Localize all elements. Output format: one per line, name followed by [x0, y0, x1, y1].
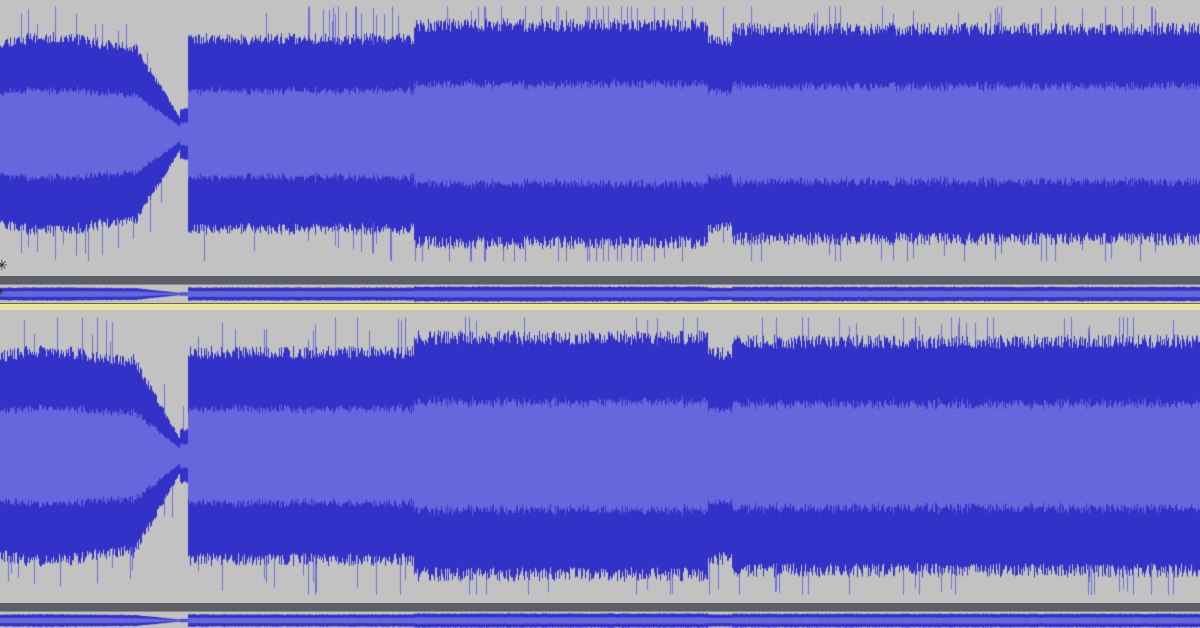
overview-waveform-channel-1 [0, 285, 1200, 303]
waveform-canvas-channel-2 [0, 310, 1200, 602]
overview-strip-channel-2[interactable] [0, 611, 1200, 628]
track-separator [0, 603, 1200, 611]
overview-strip-channel-1[interactable] [0, 284, 1200, 304]
audio-editor: ✳ ✳ [0, 0, 1200, 628]
waveform-track-channel-2[interactable] [0, 310, 1200, 602]
snowflake-icon: ✳ [0, 258, 8, 274]
waveform-track-channel-1[interactable] [0, 0, 1200, 268]
waveform-canvas-channel-1 [0, 0, 1200, 268]
snowflake-icon: ✳ [0, 287, 5, 298]
overview-waveform-channel-2 [0, 612, 1200, 628]
track-separator [0, 276, 1200, 284]
